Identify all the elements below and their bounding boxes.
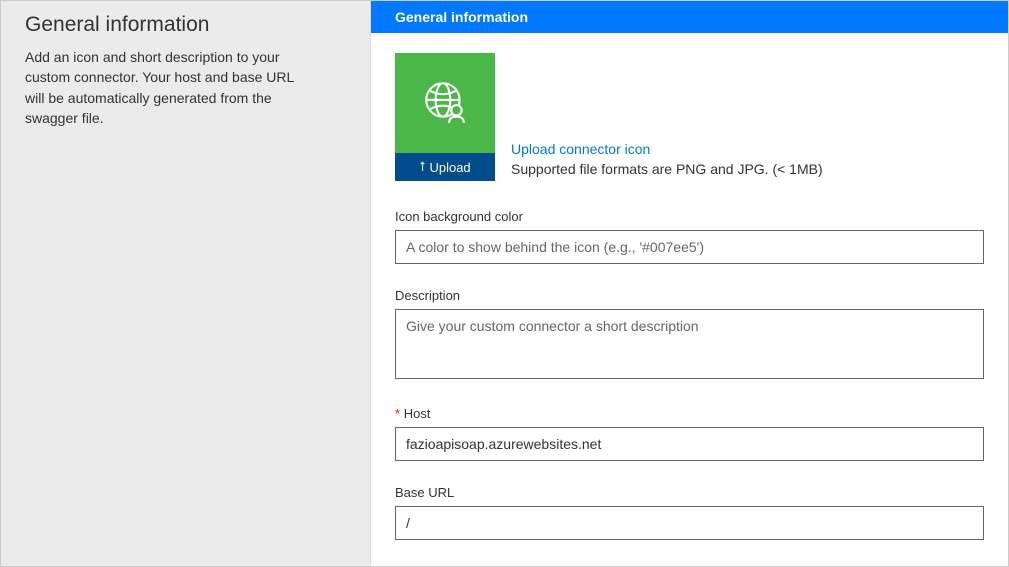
upload-icon-link[interactable]: Upload connector icon xyxy=(511,141,823,157)
sidebar-title: General information xyxy=(25,13,346,37)
icon-text-block: Upload connector icon Supported file for… xyxy=(511,141,823,181)
field-baseurl: Base URL xyxy=(395,485,984,540)
field-host: * Host xyxy=(395,406,984,461)
globe-user-icon xyxy=(420,77,470,130)
main-panel: General information xyxy=(371,1,1008,566)
host-input[interactable] xyxy=(395,427,984,461)
upload-icon: ⭡ xyxy=(419,159,425,175)
main-header: General information xyxy=(371,1,1008,33)
upload-button-label: Upload xyxy=(429,160,470,175)
required-mark: * xyxy=(395,406,400,421)
field-bgcolor: Icon background color xyxy=(395,209,984,264)
main-body: ⭡ Upload Upload connector icon Supported… xyxy=(371,33,1008,566)
upload-button[interactable]: ⭡ Upload xyxy=(395,153,495,181)
icon-section: ⭡ Upload Upload connector icon Supported… xyxy=(395,53,984,181)
upload-hint: Supported file formats are PNG and JPG. … xyxy=(511,161,823,177)
field-description: Description xyxy=(395,288,984,382)
connector-icon-tile xyxy=(395,53,495,153)
sidebar-description: Add an icon and short description to you… xyxy=(25,47,295,128)
description-input[interactable] xyxy=(395,309,984,379)
host-label-text: Host xyxy=(404,406,431,421)
main-header-title: General information xyxy=(395,9,528,25)
bgcolor-input[interactable] xyxy=(395,230,984,264)
baseurl-input[interactable] xyxy=(395,506,984,540)
description-label: Description xyxy=(395,288,984,303)
bgcolor-label: Icon background color xyxy=(395,209,984,224)
sidebar: General information Add an icon and shor… xyxy=(1,1,371,566)
page-layout: General information Add an icon and shor… xyxy=(1,1,1008,566)
baseurl-label: Base URL xyxy=(395,485,984,500)
host-label: * Host xyxy=(395,406,984,421)
icon-stack: ⭡ Upload xyxy=(395,53,495,181)
